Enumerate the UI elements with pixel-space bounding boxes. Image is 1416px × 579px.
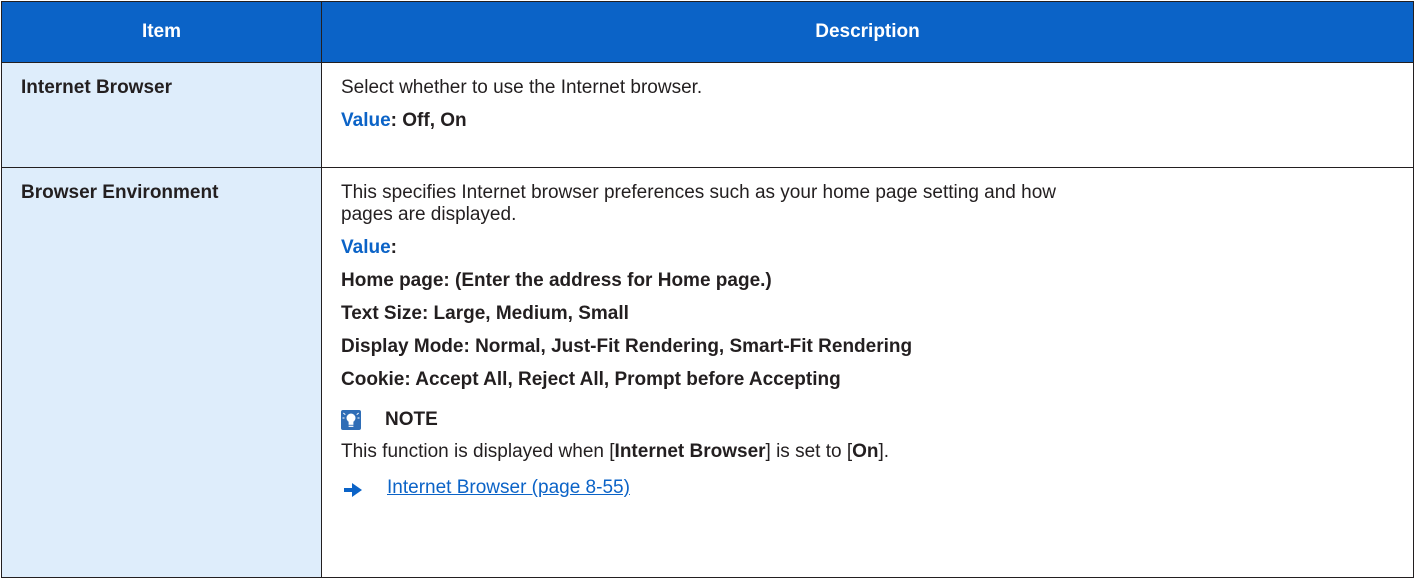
value-cookie: Cookie: Accept All, Reject All, Prompt b… xyxy=(341,369,841,390)
table-row: Browser Environment This specifies Inter… xyxy=(1,167,1414,578)
item-browser-environment: Browser Environment xyxy=(1,167,322,578)
header-item: Item xyxy=(1,1,322,63)
table-row: Internet Browser Select whether to use t… xyxy=(1,62,1414,168)
value-display-mode: Display Mode: Normal, Just-Fit Rendering… xyxy=(341,336,913,357)
table-header-row: Item Description xyxy=(1,1,1414,63)
description-text-line-2: pages are displayed. xyxy=(341,204,517,225)
description-cell: This specifies Internet browser preferen… xyxy=(321,167,1414,578)
description-text: Select whether to use the Internet brows… xyxy=(341,77,703,98)
note-term: Internet Browser xyxy=(614,441,766,462)
item-internet-browser: Internet Browser xyxy=(1,62,322,168)
reference-link-row: Internet Browser (page 8-55) xyxy=(341,477,1403,499)
note-setting: On xyxy=(852,441,879,462)
value-label: Value xyxy=(341,110,391,131)
value-line: Value: xyxy=(341,237,1403,259)
value-text-size: Text Size: Large, Medium, Small xyxy=(341,303,629,324)
value-line: Value: Off, On xyxy=(341,110,1403,132)
note-text-mid: ] is set to [ xyxy=(765,441,853,462)
settings-table: Item Description Internet Browser Select… xyxy=(1,1,1414,578)
value-label: Value xyxy=(341,237,391,258)
note-heading: NOTE xyxy=(341,409,1403,431)
value-text: : Off, On xyxy=(390,110,467,131)
description-cell: Select whether to use the Internet brows… xyxy=(321,62,1414,168)
description-text-line-1: This specifies Internet browser preferen… xyxy=(341,182,1056,203)
note-text: This function is displayed when [Interne… xyxy=(341,441,1403,463)
note-bulb-icon xyxy=(341,410,361,430)
internet-browser-page-link[interactable]: Internet Browser (page 8-55) xyxy=(387,477,630,499)
note-title: NOTE xyxy=(385,409,438,430)
note-text-before: This function is displayed when [ xyxy=(341,441,615,462)
value-home-page: Home page: (Enter the address for Home p… xyxy=(341,270,772,291)
arrow-right-icon xyxy=(344,481,362,497)
note-text-after: ]. xyxy=(878,441,890,462)
header-description: Description xyxy=(321,1,1414,63)
value-colon: : xyxy=(390,237,397,258)
